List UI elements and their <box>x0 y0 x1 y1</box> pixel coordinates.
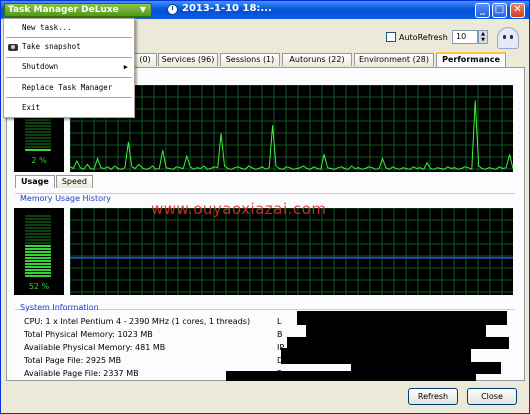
gauge-segment <box>25 149 51 151</box>
minimize-button[interactable]: _ <box>475 3 490 18</box>
gauge-segment <box>25 251 51 253</box>
gauge-segment <box>25 227 51 229</box>
menu-item-replace-task-manager[interactable]: Replace Task Manager <box>4 81 134 95</box>
autorefresh-toggle[interactable]: AutoRefresh <box>386 32 448 42</box>
refresh-button[interactable]: Refresh <box>408 388 458 405</box>
system-info-row: Total Physical Memory: 1023 MB <box>24 330 153 339</box>
camera-icon <box>8 44 18 51</box>
system-info-row: Available Physical Memory: 481 MB <box>24 343 166 352</box>
title-bar[interactable]: Task Manager DeLuxe ▼ 2013-1-10 18:... _… <box>1 1 529 19</box>
close-button[interactable]: Close <box>467 388 517 405</box>
menu-item-new-task[interactable]: New task... <box>4 21 134 35</box>
gauge-segment <box>25 221 51 223</box>
memory-gauge <box>25 215 51 277</box>
gauge-segment <box>25 134 51 136</box>
gauge-segment <box>25 224 51 226</box>
refresh-interval-stepper[interactable]: ▲ ▼ <box>478 30 488 44</box>
gauge-segment <box>25 248 51 250</box>
autorefresh-label: AutoRefresh <box>399 32 448 42</box>
gauge-segment <box>25 137 51 139</box>
system-info-row: CPU: 1 x Intel Pentium 4 - 2390 MHz (1 c… <box>24 317 251 326</box>
gauge-segment <box>25 146 51 148</box>
tab-autoruns[interactable]: Autoruns (22) <box>282 53 352 66</box>
gauge-segment <box>25 236 51 238</box>
tab-environment[interactable]: Environment (28) <box>354 53 434 66</box>
gauge-segment <box>25 266 51 268</box>
gauge-segment <box>25 140 51 142</box>
gauge-segment <box>25 122 51 124</box>
chevron-down-icon: ▼ <box>139 5 146 14</box>
redaction-mark <box>226 371 476 381</box>
gauge-segment <box>25 269 51 271</box>
cpu-history-series <box>70 100 513 171</box>
ghost-icon[interactable] <box>497 27 519 49</box>
subtab-usage[interactable]: Usage <box>15 175 55 188</box>
gauge-segment <box>25 257 51 259</box>
refresh-interval-input[interactable]: 10 <box>452 30 478 44</box>
subtab-speed[interactable]: Speed <box>55 175 93 188</box>
gauge-segment <box>25 128 51 130</box>
gauge-segment <box>25 119 51 121</box>
gauge-segment <box>25 242 51 244</box>
menu-item-label: Take snapshot <box>22 42 81 51</box>
system-info-row: Total Page File: 2925 MB <box>24 356 122 365</box>
system-info-row: Available Page File: 2337 MB <box>24 369 139 378</box>
stepper-down-icon[interactable]: ▼ <box>479 37 487 43</box>
menu-item-take-snapshot[interactable]: Take snapshot <box>4 40 134 54</box>
memory-usage-meter: 52 % <box>14 208 64 295</box>
gauge-segment <box>25 218 51 220</box>
menu-item-shutdown[interactable]: Shutdown ▶ <box>4 60 134 74</box>
system-info-right-label: B <box>277 330 283 339</box>
memory-percent-label: 52 % <box>28 282 50 291</box>
chevron-right-icon: ▶ <box>123 63 128 71</box>
close-window-button[interactable]: ✕ <box>510 3 525 18</box>
gauge-segment <box>25 275 51 277</box>
gauge-segment <box>25 131 51 133</box>
system-info-title: System Information <box>20 303 99 312</box>
autorefresh-checkbox[interactable] <box>386 32 396 42</box>
gauge-segment <box>25 254 51 256</box>
menu-separator <box>6 97 132 98</box>
app-dropdown-menu: New task... Take snapshot Shutdown ▶ Rep… <box>3 18 135 118</box>
tab-performance[interactable]: Performance <box>436 52 506 67</box>
gauge-segment <box>25 245 51 247</box>
tab-sessions[interactable]: Sessions (1) <box>220 53 280 66</box>
task-manager-window: Task Manager DeLuxe ▼ 2013-1-10 18:... _… <box>0 0 530 414</box>
memory-history-chart <box>70 208 513 295</box>
system-info-right-label: L <box>277 317 282 326</box>
menu-separator <box>6 37 132 38</box>
menu-separator <box>6 77 132 78</box>
gauge-segment <box>25 233 51 235</box>
cpu-history-chart <box>70 85 513 172</box>
cpu-percent-label: 2 % <box>31 156 47 165</box>
gauge-segment <box>25 125 51 127</box>
tab-services[interactable]: Services (96) <box>158 53 218 66</box>
gauge-segment <box>25 215 51 217</box>
gauge-segment <box>25 263 51 265</box>
window-title: 2013-1-10 18:... <box>182 3 272 14</box>
menu-item-exit[interactable]: Exit <box>4 101 134 115</box>
gauge-segment <box>25 230 51 232</box>
cpu-subtabs: Usage Speed <box>15 175 94 188</box>
clock-icon <box>167 4 178 15</box>
gauge-segment <box>25 143 51 145</box>
menu-item-label: Shutdown <box>22 62 59 71</box>
gauge-segment <box>25 272 51 274</box>
app-menu-button[interactable]: Task Manager DeLuxe ▼ <box>4 3 152 17</box>
cpu-gauge <box>25 113 51 151</box>
tab-processes[interactable]: (0) <box>133 53 157 66</box>
memory-section-title: Memory Usage History <box>20 194 112 203</box>
gauge-segment <box>25 260 51 262</box>
watermark-text: www.ouyaoxiazai.com <box>151 200 327 218</box>
maximize-button[interactable]: □ <box>492 3 507 18</box>
gauge-segment <box>25 239 51 241</box>
app-menu-label: Task Manager DeLuxe <box>8 5 119 15</box>
menu-separator <box>6 57 132 58</box>
